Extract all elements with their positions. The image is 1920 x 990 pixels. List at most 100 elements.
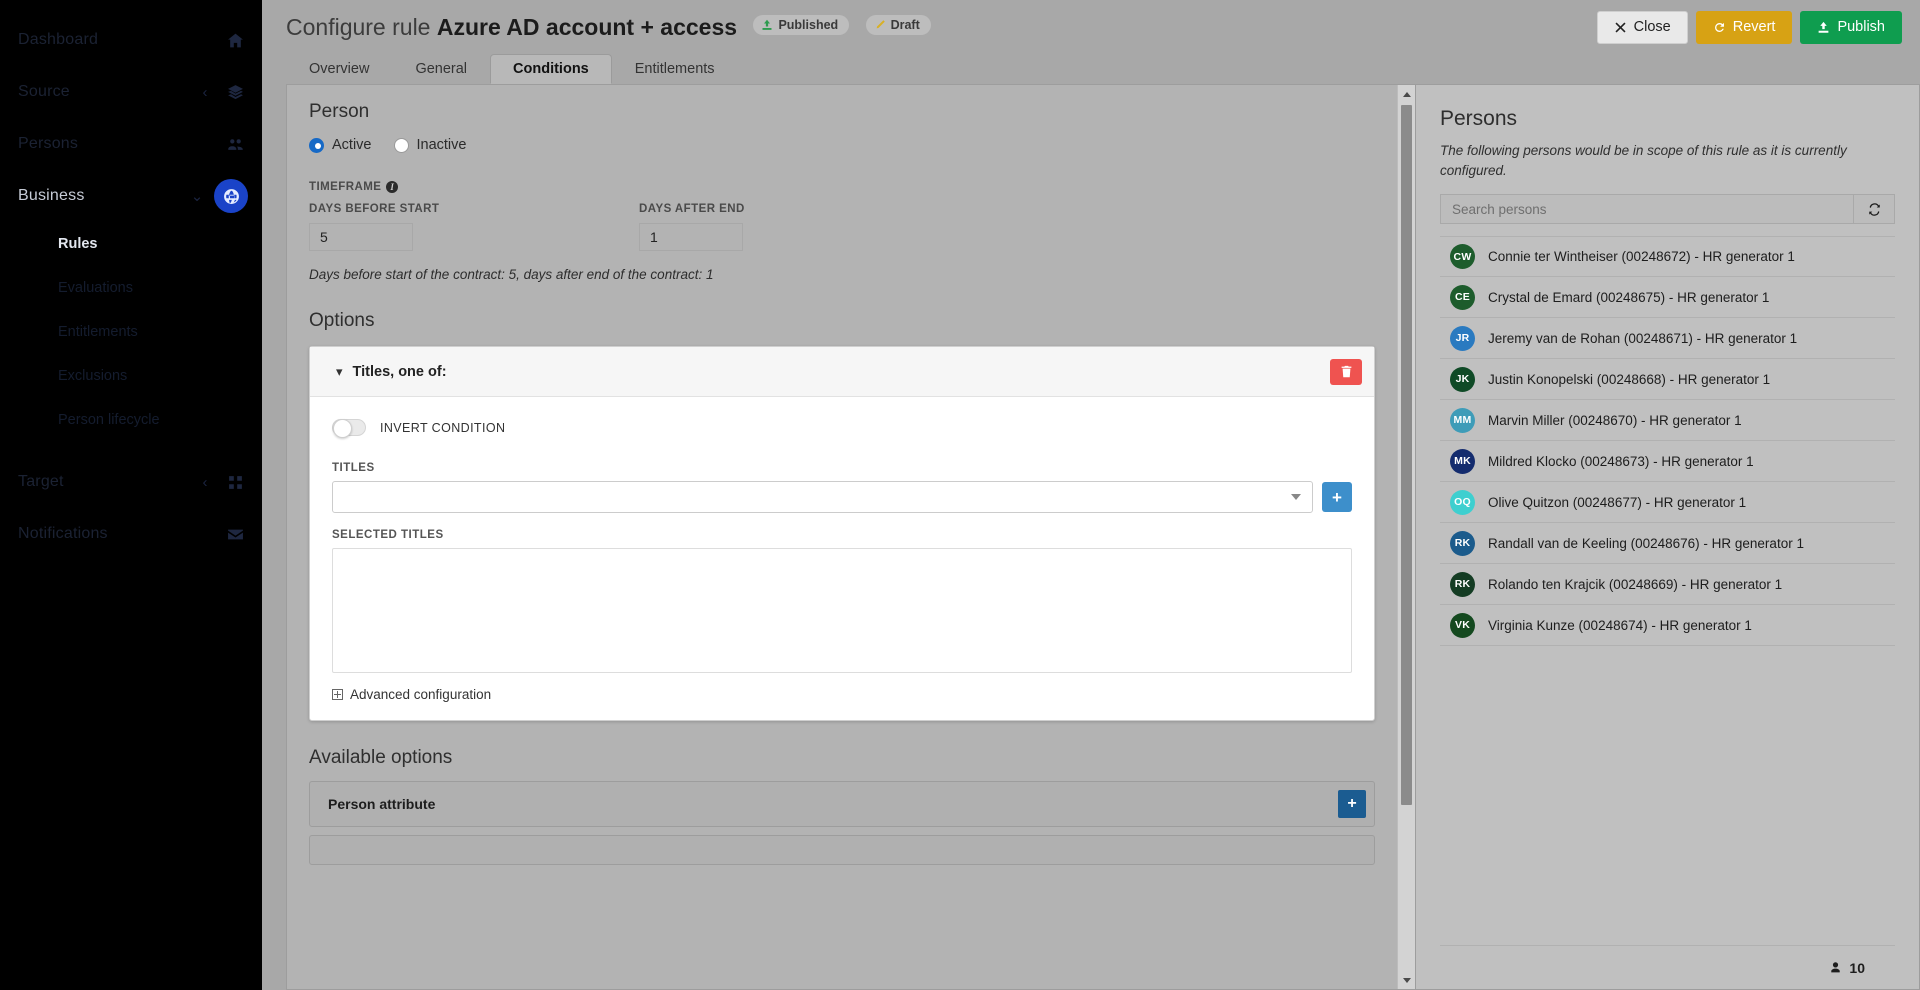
timeframe-label-text: TIMEFRAME: [309, 181, 382, 193]
person-name: Marvin Miller (00248670) - HR generator …: [1488, 412, 1742, 428]
sidebar-item-dashboard[interactable]: Dashboard: [0, 14, 262, 66]
scroll-down-button[interactable]: [1398, 971, 1415, 989]
tab-bar: Overview General Conditions Entitlements: [262, 54, 1920, 84]
radio-active-dot[interactable]: [309, 137, 324, 153]
tab-entitlements[interactable]: Entitlements: [612, 54, 738, 84]
status-badge-draft: Draft: [865, 15, 931, 36]
main-area: Configure rule Azure AD account + access…: [262, 0, 1920, 990]
person-list-item[interactable]: CW Connie ter Wintheiser (00248672) - HR …: [1440, 236, 1895, 278]
search-persons-input[interactable]: [1440, 194, 1853, 225]
persons-count-value: 10: [1849, 959, 1865, 976]
sidebar-subitem-exclusions[interactable]: Exclusions: [0, 354, 262, 398]
person-name: Rolando ten Krajcik (00248669) - HR gene…: [1488, 576, 1783, 592]
sidebar-item-notifications[interactable]: Notifications: [0, 508, 262, 560]
titles-dropdown[interactable]: [332, 481, 1313, 513]
person-list-item[interactable]: MM Marvin Miller (00248670) - HR generato…: [1440, 400, 1895, 442]
close-button[interactable]: Close: [1596, 10, 1688, 44]
person-list-item[interactable]: OQ Olive Quitzon (00248677) - HR generato…: [1440, 482, 1895, 524]
scrollbar-thumb[interactable]: [1401, 105, 1412, 805]
status-badge-draft-label: Draft: [890, 18, 920, 33]
globe-icon: [214, 179, 248, 213]
person-list-item[interactable]: VK Virginia Kunze (00248674) - HR generat…: [1440, 605, 1895, 647]
chevron-down-icon[interactable]: ⌄: [186, 187, 208, 205]
avatar: RK: [1450, 530, 1475, 556]
selected-titles-box[interactable]: [332, 548, 1352, 673]
scroll-up-button[interactable]: [1398, 85, 1415, 103]
sidebar-item-label: Source: [18, 83, 70, 100]
page-title-prefix: Configure rule: [286, 13, 431, 40]
revert-button[interactable]: Revert: [1695, 10, 1793, 44]
info-icon[interactable]: i: [386, 181, 399, 193]
tab-overview[interactable]: Overview: [286, 54, 392, 84]
timeframe-hint: Days before start of the contract: 5, da…: [309, 267, 714, 282]
add-title-button[interactable]: +: [1322, 482, 1352, 512]
chevron-left-icon[interactable]: ‹: [194, 84, 216, 101]
sidebar-item-label: Notifications: [18, 525, 108, 542]
refresh-icon: [1868, 202, 1880, 216]
persons-search-row: [1440, 194, 1895, 225]
available-options-list: Person attribute +: [309, 781, 1375, 827]
chevron-down-icon[interactable]: ▾: [336, 364, 343, 380]
available-options-title: Available options: [309, 747, 453, 768]
invert-condition-toggle[interactable]: [332, 419, 366, 438]
persons-footer: 10: [1440, 945, 1895, 989]
expand-plus-icon: [332, 689, 343, 700]
chevron-left-icon[interactable]: ‹: [194, 474, 216, 491]
person-name: Jeremy van de Rohan (00248671) - HR gene…: [1488, 330, 1798, 346]
days-before-start-input[interactable]: [309, 223, 413, 251]
person-name: Connie ter Wintheiser (00248672) - HR ge…: [1488, 249, 1795, 265]
invert-condition-row: INVERT CONDITION: [332, 419, 1352, 438]
person-list-item[interactable]: CE Crystal de Emard (00248675) - HR gener…: [1440, 277, 1895, 319]
publish-button[interactable]: Publish: [1800, 10, 1902, 44]
available-option-item[interactable]: Person attribute +: [309, 781, 1375, 827]
tab-label: General: [415, 61, 468, 77]
tab-general[interactable]: General: [392, 54, 490, 84]
days-after-end-group: DAYS AFTER END: [639, 203, 969, 251]
tab-conditions[interactable]: Conditions: [490, 54, 612, 84]
available-options-item-partial[interactable]: [309, 835, 1375, 865]
advanced-configuration-toggle[interactable]: Advanced configuration: [332, 687, 1352, 702]
sidebar-subitem-label: Evaluations: [58, 280, 133, 296]
days-before-start-label: DAYS BEFORE START: [309, 203, 440, 215]
avatar: MM: [1450, 407, 1475, 433]
avatar: CE: [1450, 284, 1475, 310]
mail-icon: [222, 521, 248, 547]
revert-icon: [1714, 22, 1724, 32]
status-badge-published: Published: [753, 15, 850, 36]
delete-condition-button[interactable]: [1330, 358, 1362, 385]
sidebar-subitem-label: Person lifecycle: [58, 412, 160, 428]
content-row: Person Active Inactive TIMEFRAME I DAYS …: [262, 84, 1920, 990]
sidebar: Dashboard Source ‹ Persons Business ⌄ Rules Ev…: [0, 0, 262, 990]
sidebar-subitem-entitlements[interactable]: Entitlements: [0, 310, 262, 354]
available-option-name: Person attribute: [328, 796, 436, 812]
person-list-item[interactable]: JK Justin Konopelski (00248668) - HR gene…: [1440, 359, 1895, 401]
radio-inactive-dot[interactable]: [393, 137, 409, 153]
sidebar-subitem-evaluations[interactable]: Evaluations: [0, 266, 262, 310]
sidebar-item-business[interactable]: Business ⌄: [0, 170, 262, 222]
person-list-item[interactable]: MK Mildred Klocko (00248673) - HR generat…: [1440, 441, 1895, 483]
tab-label: Conditions: [513, 61, 589, 77]
sidebar-item-source[interactable]: Source ‹: [0, 66, 262, 118]
days-after-end-input[interactable]: [639, 223, 743, 251]
refresh-persons-button[interactable]: [1853, 194, 1895, 225]
radio-inactive[interactable]: Inactive: [393, 137, 466, 153]
trash-icon: [1341, 365, 1351, 378]
sidebar-item-label: Dashboard: [18, 31, 99, 48]
radio-active[interactable]: Active: [309, 137, 372, 153]
publish-button-label: Publish: [1837, 19, 1885, 35]
sidebar-subitem-rules[interactable]: Rules: [0, 222, 262, 266]
sidebar-subitem-label: Entitlements: [58, 324, 138, 340]
revert-button-label: Revert: [1732, 19, 1776, 35]
form-scrollbar[interactable]: [1397, 85, 1415, 989]
grid-icon: [222, 469, 248, 495]
condition-card-header[interactable]: ▾ Titles, one of:: [310, 347, 1374, 397]
person-list-item[interactable]: RK Randall van de Keeling (00248676) - HR…: [1440, 523, 1895, 565]
person-list-item[interactable]: RK Rolando ten Krajcik (00248669) - HR ge…: [1440, 564, 1895, 606]
add-available-option-button[interactable]: +: [1338, 790, 1366, 818]
persons-panel-title: Persons: [1440, 107, 1518, 130]
sidebar-item-persons[interactable]: Persons: [0, 118, 262, 170]
sidebar-subitem-person-lifecycle[interactable]: Person lifecycle: [0, 398, 262, 442]
sidebar-item-target[interactable]: Target ‹: [0, 456, 262, 508]
person-list-item[interactable]: JR Jeremy van de Rohan (00248671) - HR ge…: [1440, 318, 1895, 360]
condition-card-title: Titles, one of:: [352, 363, 447, 380]
